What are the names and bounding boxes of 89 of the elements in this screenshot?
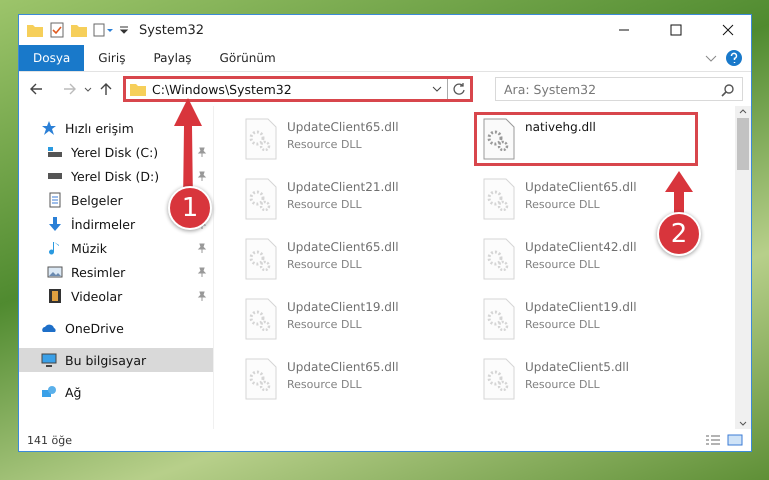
up-arrow-icon: [99, 82, 113, 96]
pin-icon: [197, 243, 207, 253]
folder-icon: [130, 82, 146, 96]
file-type: Resource DLL: [525, 318, 601, 331]
sidebar-item[interactable]: Videolar: [25, 284, 128, 308]
file-type: Resource DLL: [287, 378, 363, 391]
sidebar-item[interactable]: Belgeler: [25, 188, 129, 212]
sidebar-item[interactable]: Yerel Disk (C:): [25, 140, 164, 164]
document-icon: [47, 192, 63, 208]
sidebar-item[interactable]: İndirmeler: [25, 212, 142, 236]
file-item[interactable]: UpdateClient65.dll Resource DLL: [474, 172, 646, 226]
drive-icon: [47, 173, 63, 179]
file-name: UpdateClient65.dll: [525, 180, 637, 194]
pin-icon: [197, 291, 207, 301]
computer-icon: [41, 352, 57, 368]
file-name: UpdateClient5.dll: [525, 360, 629, 374]
close-icon: [722, 24, 734, 36]
back-arrow-icon: [29, 82, 43, 96]
search-field[interactable]: Ara: System32: [495, 77, 743, 101]
scrollbar[interactable]: [735, 106, 751, 429]
details-view-icon: [705, 434, 721, 446]
sidebar-item[interactable]: OneDrive: [19, 316, 130, 340]
dll-file-icon: [245, 298, 277, 340]
window-title: System32: [139, 22, 204, 38]
folder-icon: [71, 23, 87, 37]
maximize-icon: [670, 24, 682, 36]
network-icon: [41, 384, 57, 400]
file-type: Resource DLL: [287, 318, 363, 331]
dll-file-icon: [483, 118, 515, 160]
ribbon-tab[interactable]: Giriş: [84, 45, 140, 71]
checklist-icon: [49, 22, 65, 38]
file-name: UpdateClient19.dll: [287, 300, 399, 314]
ribbon-tab[interactable]: Dosya: [19, 45, 84, 71]
refresh-icon: [452, 82, 466, 96]
file-item[interactable]: UpdateClient5.dll Resource DLL: [474, 352, 638, 406]
file-type: Resource DLL: [287, 258, 363, 271]
dll-file-icon: [483, 178, 515, 220]
file-item[interactable]: UpdateClient42.dll Resource DLL: [474, 232, 646, 286]
sidebar-item[interactable]: Resimler: [25, 260, 132, 284]
file-name: UpdateClient65.dll: [287, 240, 399, 254]
pin-icon: [197, 267, 207, 277]
file-name: UpdateClient42.dll: [525, 240, 637, 254]
file-name: UpdateClient19.dll: [525, 300, 637, 314]
tiles-view-icon: [727, 434, 743, 446]
ribbon-tab[interactable]: Paylaş: [139, 45, 206, 71]
star-icon: [41, 120, 57, 136]
file-type: Resource DLL: [525, 258, 601, 271]
pin-icon: [197, 171, 207, 181]
item-count: 141 öğe: [27, 434, 72, 446]
dll-file-icon: [245, 178, 277, 220]
file-type: Resource DLL: [287, 138, 363, 151]
file-item[interactable]: nativehg.dll: [474, 112, 698, 166]
download-arrow-icon: [47, 216, 63, 232]
dll-file-icon: [245, 238, 277, 280]
chevron-down-icon: [705, 54, 717, 62]
file-name: UpdateClient65.dll: [287, 360, 399, 374]
file-name: UpdateClient65.dll: [287, 120, 399, 134]
drive-icon: [47, 146, 63, 158]
folder-icon: [27, 23, 43, 37]
file-name: nativehg.dll: [525, 120, 596, 134]
file-item[interactable]: UpdateClient65.dll Resource DLL: [236, 352, 408, 406]
properties-icon: [93, 22, 113, 38]
sidebar-item[interactable]: Yerel Disk (D:): [25, 164, 166, 188]
dll-file-icon: [483, 298, 515, 340]
sidebar-item[interactable]: Hızlı erişim: [19, 116, 140, 140]
dll-file-icon: [483, 238, 515, 280]
sidebar-item[interactable]: Ağ: [19, 380, 88, 404]
dll-file-icon: [483, 358, 515, 400]
sidebar-item[interactable]: Bu bilgisayar: [19, 348, 213, 372]
dll-file-icon: [245, 118, 277, 160]
file-type: Resource DLL: [525, 198, 601, 211]
file-type: Resource DLL: [525, 378, 601, 391]
file-item[interactable]: UpdateClient65.dll Resource DLL: [236, 112, 408, 166]
search-icon: [721, 83, 735, 97]
file-item[interactable]: UpdateClient65.dll Resource DLL: [236, 232, 408, 286]
address-bar[interactable]: C:\Windows\System32: [123, 76, 473, 102]
file-item[interactable]: UpdateClient19.dll Resource DLL: [236, 292, 408, 346]
pin-icon: [197, 147, 207, 157]
scroll-thumb[interactable]: [737, 118, 749, 170]
file-type: Resource DLL: [287, 198, 363, 211]
file-item[interactable]: UpdateClient19.dll Resource DLL: [474, 292, 646, 346]
ribbon-tab[interactable]: Görünüm: [206, 45, 290, 71]
file-item[interactable]: UpdateClient21.dll Resource DLL: [236, 172, 408, 226]
dll-file-icon: [245, 358, 277, 400]
film-icon: [47, 288, 63, 304]
picture-icon: [47, 264, 63, 280]
forward-arrow-icon: [63, 82, 77, 96]
sidebar-item[interactable]: Müzik: [25, 236, 113, 260]
file-name: UpdateClient21.dll: [287, 180, 399, 194]
